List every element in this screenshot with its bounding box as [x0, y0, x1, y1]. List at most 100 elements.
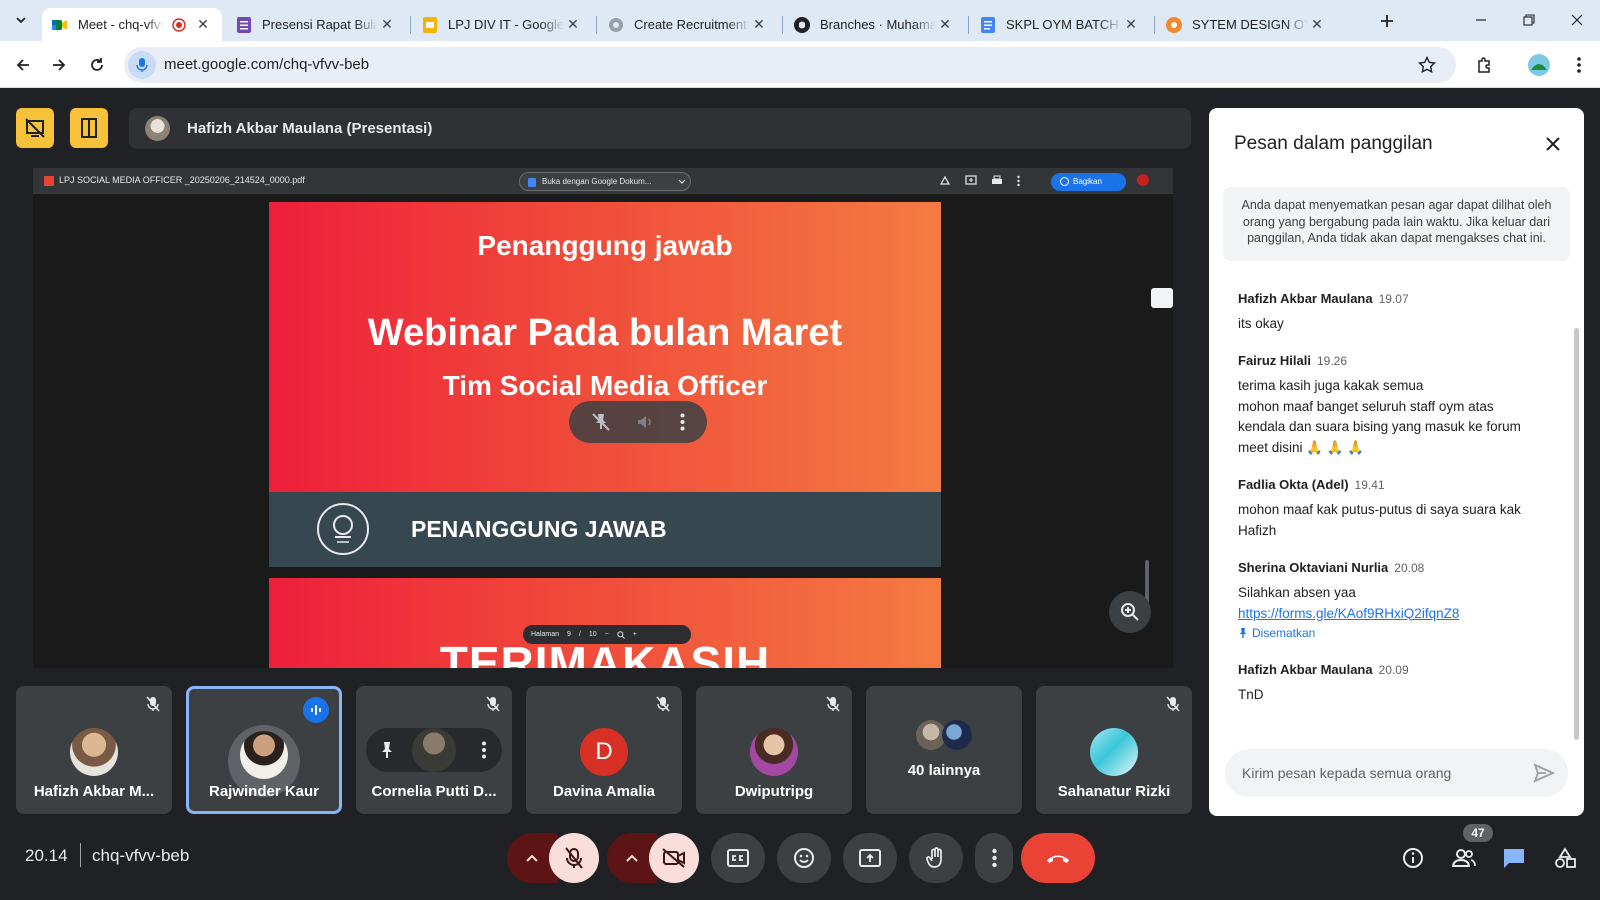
profile-avatar[interactable] [1524, 50, 1554, 80]
chat-message-input[interactable]: Kirim pesan kepada semua orang [1225, 749, 1568, 797]
url-text[interactable]: meet.google.com/chq-vfvv-beb [164, 56, 369, 73]
forward-button[interactable] [44, 50, 74, 80]
more-options-button[interactable] [975, 833, 1013, 883]
open-with-docs-button[interactable]: Buka dengan Google Dokum... [519, 172, 691, 191]
chat-message: Fadlia Okta (Adel) 19.41 mohon maaf kak p… [1238, 476, 1568, 541]
shared-screen: LPJ SOCIAL MEDIA OFFICER _20250206_21452… [33, 168, 1173, 668]
tab-skpl[interactable]: SKPL OYM BATCH 2 ✕ [970, 8, 1150, 41]
zoom-out-icon[interactable]: − [605, 631, 609, 638]
toggle-camera-button[interactable] [649, 833, 699, 883]
more-options-icon[interactable] [482, 741, 486, 759]
participant-tile[interactable]: Cornelia Putti D... [356, 686, 512, 814]
avatar-photo [240, 731, 288, 779]
tab-branches[interactable]: Branches · Muhamad ✕ [784, 8, 964, 41]
extensions-button[interactable] [1470, 50, 1500, 80]
participant-tile[interactable]: Sahanatur Rizki [1036, 686, 1192, 814]
print-icon[interactable] [991, 175, 1003, 187]
bookmark-star-icon[interactable] [1418, 56, 1436, 74]
share-button[interactable]: Bagikan [1051, 173, 1126, 191]
presenter-media-controls [569, 401, 707, 443]
more-options-icon[interactable] [1017, 175, 1020, 187]
chat-message: Hafizh Akbar Maulana 20.09 TnD [1238, 661, 1568, 706]
account-icon[interactable] [1137, 174, 1149, 186]
reload-button[interactable] [82, 50, 112, 80]
omnibox[interactable]: meet.google.com/chq-vfvv-beb [124, 47, 1456, 83]
tab-presensi[interactable]: Presensi Rapat Bulan ✕ [226, 8, 406, 41]
slide-subtitle: Tim Social Media Officer [442, 370, 768, 401]
send-icon[interactable] [1532, 761, 1556, 785]
minimize-button[interactable] [1458, 8, 1504, 32]
page-number-input[interactable]: 9 [567, 631, 571, 638]
close-tab-icon[interactable]: ✕ [194, 16, 212, 33]
participant-tile[interactable]: Dwiputripg [696, 686, 852, 814]
chat-button[interactable] [1498, 842, 1530, 874]
people-button[interactable] [1448, 842, 1480, 874]
message-text: mohon maaf banget seluruh staff oym atas [1238, 398, 1494, 414]
pdf-side-tool[interactable] [1151, 288, 1173, 308]
pinned-indicator[interactable]: Disematkan [1238, 626, 1568, 640]
tab-meet[interactable]: Meet - chq-vfvv- ✕ [42, 8, 222, 41]
captions-button[interactable] [711, 833, 765, 883]
close-chat-button[interactable] [1539, 130, 1567, 158]
close-tab-icon[interactable]: ✕ [936, 16, 954, 33]
close-tab-icon[interactable]: ✕ [378, 16, 396, 33]
mic-off-icon [486, 696, 500, 712]
close-tab-icon[interactable]: ✕ [750, 16, 768, 33]
more-options-icon [991, 848, 997, 868]
add-comment-icon[interactable] [965, 175, 977, 187]
zoom-shared-screen-button[interactable] [1109, 591, 1151, 633]
message-sender: Sherina Oktaviani Nurlia [1238, 560, 1389, 575]
chat-message: Sherina Oktaviani Nurlia 20.08 Silahkan a… [1238, 559, 1568, 640]
drive-add-icon[interactable] [939, 175, 951, 187]
tab-recruitment[interactable]: Create Recruitment ✕ [598, 8, 778, 41]
meeting-details-button[interactable] [1397, 842, 1429, 874]
participant-tile[interactable]: D Davina Amalia [526, 686, 682, 814]
layout-button[interactable] [70, 108, 108, 148]
leave-call-button[interactable] [1021, 833, 1095, 883]
close-tab-icon[interactable]: ✕ [1308, 16, 1326, 33]
pdf-filename: LPJ SOCIAL MEDIA OFFICER _20250206_21452… [59, 175, 305, 185]
tab-system-design[interactable]: SYTEM DESIGN OYM ✕ [1156, 8, 1336, 41]
zoom-in-icon[interactable]: + [633, 631, 637, 638]
close-tab-icon[interactable]: ✕ [564, 16, 582, 33]
chat-panel: Pesan dalam panggilan Anda dapat menyema… [1209, 108, 1584, 816]
chat-scrollbar[interactable] [1574, 328, 1579, 740]
tab-lpj[interactable]: LPJ DIV IT - Google D ✕ [412, 8, 592, 41]
mic-off-icon [1166, 696, 1180, 712]
close-tab-icon[interactable]: ✕ [1122, 16, 1140, 33]
camera-off-icon [662, 848, 686, 868]
participant-tile-speaking[interactable]: Rajwinder Kaur [186, 686, 342, 814]
puzzle-icon [1476, 56, 1494, 74]
reactions-button[interactable] [777, 833, 831, 883]
chat-icon [1502, 847, 1526, 869]
back-button[interactable] [8, 50, 38, 80]
message-time: 19.41 [1354, 478, 1385, 492]
message-text: kendala dan suara bising yang masuk ke f… [1238, 419, 1521, 434]
toggle-microphone-button[interactable] [549, 833, 599, 883]
raise-hand-button[interactable] [909, 833, 963, 883]
chevron-down-icon[interactable] [678, 179, 686, 185]
volume-icon[interactable] [635, 412, 655, 432]
browser-menu-button[interactable] [1564, 50, 1594, 80]
pin-icon[interactable] [380, 741, 394, 759]
meeting-code: chq-vfvv-beb [92, 846, 190, 865]
stop-presenting-button[interactable] [16, 108, 54, 148]
microphone-icon[interactable] [128, 51, 156, 79]
close-window-button[interactable] [1554, 8, 1600, 32]
layout-icon [79, 117, 99, 139]
tab-search-button[interactable] [6, 5, 36, 35]
activities-button[interactable] [1549, 842, 1581, 874]
more-options-icon[interactable] [680, 413, 685, 431]
meeting-time: 20.14 [25, 846, 68, 865]
restore-button[interactable] [1506, 8, 1552, 32]
unpin-icon[interactable] [591, 412, 611, 432]
open-your-mind-logo [317, 503, 369, 555]
present-screen-button[interactable] [843, 833, 897, 883]
zoom-search-icon[interactable] [617, 630, 625, 639]
participant-tile[interactable]: Hafizh Akbar M... [16, 686, 172, 814]
message-sender: Hafizh Akbar Maulana [1238, 291, 1373, 306]
new-tab-button[interactable] [1372, 6, 1402, 36]
recording-icon [172, 17, 186, 32]
more-participants-tile[interactable]: 40 lainnya [866, 686, 1022, 814]
message-link[interactable]: https://forms.gle/KAof9RHxiQ2ifqnZ8 [1238, 604, 1568, 625]
